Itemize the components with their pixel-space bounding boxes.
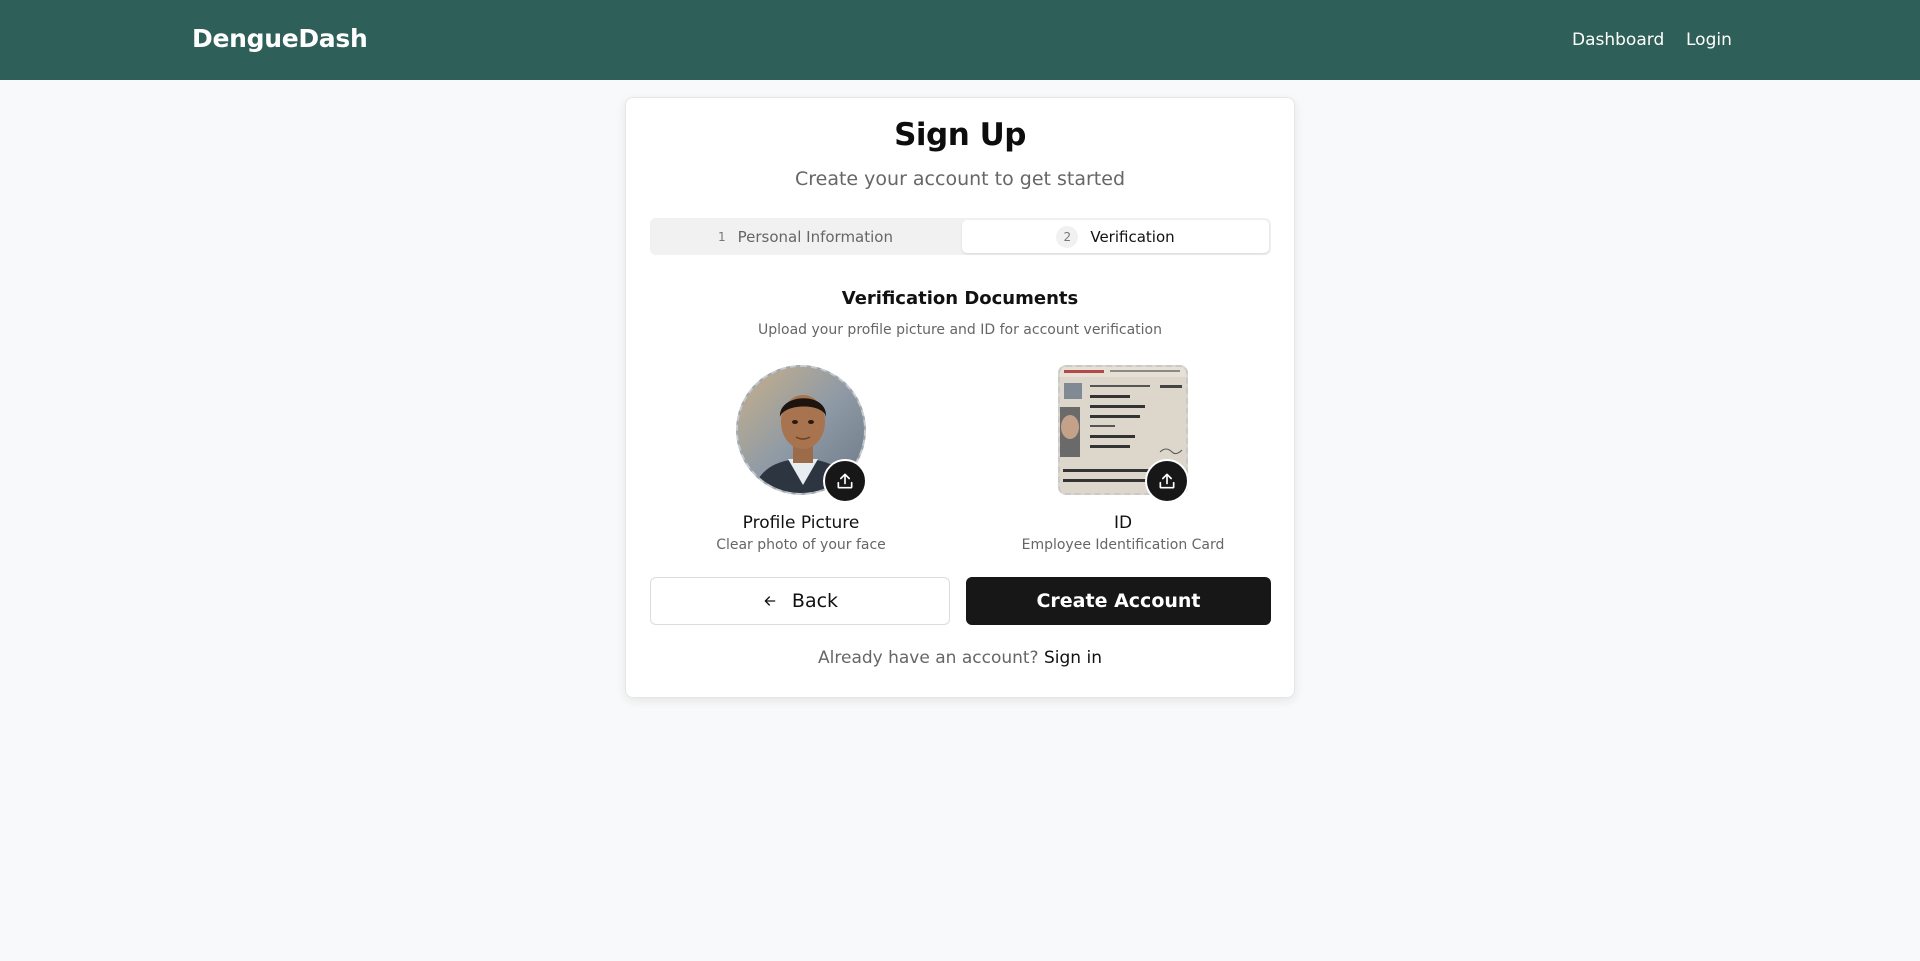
step-label: Verification	[1090, 227, 1175, 246]
page-title: Sign Up	[894, 117, 1026, 153]
signin-prompt-row: Already have an account? Sign in	[626, 648, 1294, 668]
signin-link[interactable]: Sign in	[1044, 648, 1102, 668]
section-description: Upload your profile picture and ID for a…	[758, 322, 1162, 338]
signup-card: Sign Up Create your account to get start…	[625, 97, 1295, 698]
id-label: ID	[1113, 513, 1133, 533]
back-button[interactable]: Back	[650, 577, 950, 625]
step-number: 1	[717, 229, 726, 244]
profile-picture-label: Profile Picture	[742, 513, 860, 533]
signin-prompt: Already have an account?	[818, 648, 1039, 668]
signup-steps-tabs: 1 Personal Information 2 Verification	[650, 218, 1271, 255]
step-number: 2	[1056, 225, 1079, 248]
step-label: Personal Information	[737, 227, 893, 246]
nav-login-link[interactable]: Login	[1686, 30, 1732, 50]
profile-upload-button[interactable]	[823, 459, 867, 503]
upload-icon	[837, 473, 853, 489]
top-navbar: DengueDash Dashboard Login	[0, 0, 1920, 80]
create-account-label: Create Account	[1036, 590, 1201, 612]
tab-personal-information[interactable]: 1 Personal Information	[652, 220, 959, 253]
brand-logo[interactable]: DengueDash	[192, 24, 368, 53]
profile-picture-hint: Clear photo of your face	[716, 537, 886, 553]
back-button-label: Back	[791, 590, 839, 612]
tab-verification[interactable]: 2 Verification	[962, 220, 1269, 253]
page-subtitle: Create your account to get started	[794, 168, 1126, 190]
nav-dashboard-link[interactable]: Dashboard	[1572, 30, 1664, 50]
create-account-button[interactable]: Create Account	[966, 577, 1271, 625]
arrow-left-icon	[764, 596, 776, 606]
section-title: Verification Documents	[841, 288, 1079, 309]
upload-icon	[1159, 473, 1175, 489]
id-hint: Employee Identification Card	[1021, 537, 1225, 553]
id-upload-button[interactable]	[1145, 459, 1189, 503]
